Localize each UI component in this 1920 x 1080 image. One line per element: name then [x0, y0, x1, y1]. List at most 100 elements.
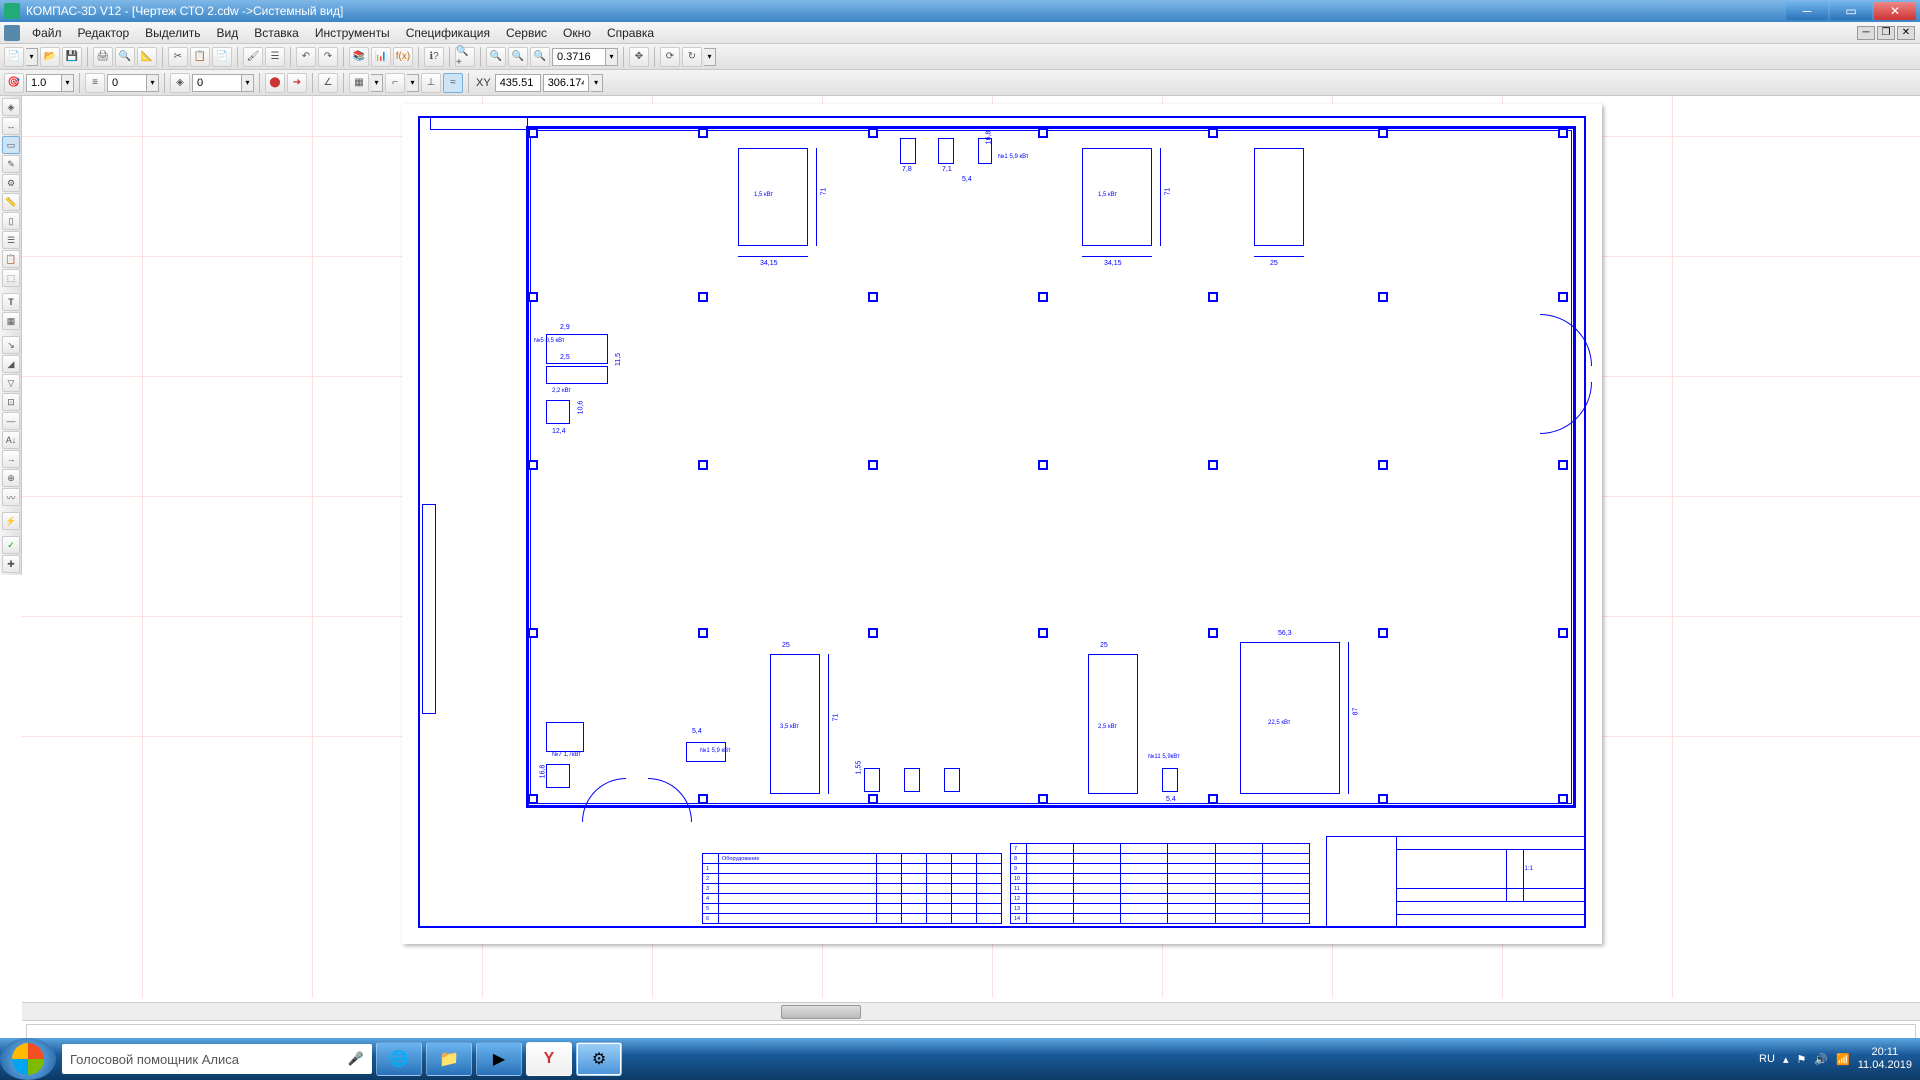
zoom-dropdown[interactable]: ▾: [606, 48, 618, 66]
menu-file[interactable]: Файл: [24, 24, 70, 42]
stop-button[interactable]: ⬤: [265, 73, 285, 93]
menu-select[interactable]: Выделить: [137, 24, 208, 42]
ortho-button[interactable]: ⊥: [421, 73, 441, 93]
taskbar-yandex[interactable]: Y: [526, 1042, 572, 1076]
redo-button[interactable]: ↷: [318, 47, 338, 67]
menu-editor[interactable]: Редактор: [70, 24, 138, 42]
coord-dropdown[interactable]: ▾: [591, 74, 603, 92]
drawing-canvas[interactable]: 34,15 71 1,5 кВт 34,15 71 1,5 кВт 25 7,8…: [22, 96, 1920, 998]
tray-flag-icon[interactable]: ⚑: [1796, 1053, 1806, 1066]
coord-y-input[interactable]: [543, 74, 589, 92]
menu-spec[interactable]: Спецификация: [398, 24, 498, 42]
undo-button[interactable]: ↶: [296, 47, 316, 67]
insert-button[interactable]: ⬚: [2, 269, 20, 287]
zoom-window-button[interactable]: 🔍: [486, 47, 506, 67]
taskbar-search[interactable]: Голосовой помощник Алиса 🎤: [62, 1044, 372, 1074]
preview-button[interactable]: 🔍: [115, 47, 135, 67]
layer-dropdown[interactable]: ▾: [242, 74, 254, 92]
ortho-local-button[interactable]: ⌐: [385, 73, 405, 93]
plot-button[interactable]: 📐: [137, 47, 157, 67]
menu-insert[interactable]: Вставка: [246, 24, 307, 42]
menu-window[interactable]: Окно: [555, 24, 599, 42]
cut-mark-button[interactable]: A↓: [2, 431, 20, 449]
annot-button[interactable]: ▭: [2, 136, 20, 154]
taskbar-media[interactable]: ▶: [476, 1042, 522, 1076]
mdi-restore[interactable]: ❐: [1877, 26, 1895, 40]
minimize-button[interactable]: ─: [1786, 2, 1828, 20]
help-context-button[interactable]: ℹ?: [424, 47, 444, 67]
base-button[interactable]: ◢: [2, 355, 20, 373]
taskbar-explorer[interactable]: 📁: [426, 1042, 472, 1076]
grid-dropdown[interactable]: ▾: [371, 74, 383, 92]
rough-button[interactable]: ▽: [2, 374, 20, 392]
library-button[interactable]: 📚: [349, 47, 369, 67]
create-button[interactable]: ➜: [287, 73, 307, 93]
coord-x-input[interactable]: [495, 74, 541, 92]
layer-input[interactable]: [192, 74, 242, 92]
variables-button[interactable]: f(x): [393, 47, 413, 67]
text-button[interactable]: T: [2, 293, 20, 311]
tray-network-icon[interactable]: 📶: [1836, 1053, 1850, 1066]
menu-tools[interactable]: Инструменты: [307, 24, 398, 42]
report-button[interactable]: 📋: [2, 250, 20, 268]
zoom-all-button[interactable]: 🔍: [530, 47, 550, 67]
tray-volume-icon[interactable]: 🔊: [1814, 1053, 1828, 1066]
autoline-button[interactable]: ⚡: [2, 512, 20, 530]
copy-button[interactable]: 📋: [190, 47, 210, 67]
tray-clock[interactable]: 20:11 11.04.2019: [1858, 1046, 1912, 1072]
tray-lang[interactable]: RU: [1759, 1053, 1775, 1065]
round-button[interactable]: ≈: [443, 73, 463, 93]
horizontal-scrollbar[interactable]: [22, 1002, 1920, 1020]
style-input[interactable]: [107, 74, 147, 92]
measure-button[interactable]: 📏: [2, 193, 20, 211]
mdi-close[interactable]: ✕: [1897, 26, 1915, 40]
snap-button[interactable]: ∠: [318, 73, 338, 93]
open-button[interactable]: 📂: [40, 47, 60, 67]
start-button[interactable]: [0, 1038, 56, 1080]
scrollbar-thumb[interactable]: [781, 1005, 861, 1019]
line-mark-button[interactable]: —: [2, 412, 20, 430]
scale-input[interactable]: [26, 74, 62, 92]
param-button[interactable]: ⚙: [2, 174, 20, 192]
close-button[interactable]: ✕: [1874, 2, 1916, 20]
zoom-prev-button[interactable]: 🔍: [508, 47, 528, 67]
new-button[interactable]: 📄: [4, 47, 24, 67]
select-button[interactable]: ▯: [2, 212, 20, 230]
tolerance-button[interactable]: ⊡: [2, 393, 20, 411]
taskbar-kompas[interactable]: ⚙: [576, 1042, 622, 1076]
new-dropdown[interactable]: ▾: [26, 48, 38, 66]
wave-button[interactable]: 〰: [2, 488, 20, 506]
table-button[interactable]: ▦: [2, 312, 20, 330]
refresh-dropdown[interactable]: ▾: [704, 48, 716, 66]
menu-view[interactable]: Вид: [209, 24, 247, 42]
edit-button[interactable]: ✎: [2, 155, 20, 173]
zoom-input[interactable]: [552, 48, 606, 66]
mdi-min[interactable]: ─: [1857, 26, 1875, 40]
pan-button[interactable]: ✥: [629, 47, 649, 67]
refresh-button[interactable]: ↻: [682, 47, 702, 67]
mic-icon[interactable]: 🎤: [348, 1051, 364, 1067]
layer-button[interactable]: ◈: [170, 73, 190, 93]
rebuild-button[interactable]: ⟳: [660, 47, 680, 67]
manager-button[interactable]: 📊: [371, 47, 391, 67]
menu-service[interactable]: Сервис: [498, 24, 555, 42]
center-button[interactable]: ⊕: [2, 469, 20, 487]
leader-button[interactable]: ↘: [2, 336, 20, 354]
spec-button[interactable]: ☰: [2, 231, 20, 249]
style-dropdown[interactable]: ▾: [147, 74, 159, 92]
save-button[interactable]: 💾: [62, 47, 82, 67]
print-button[interactable]: 🖨: [93, 47, 113, 67]
maximize-button[interactable]: ▭: [1830, 2, 1872, 20]
style-button[interactable]: ≡: [85, 73, 105, 93]
scale-dropdown[interactable]: ▾: [62, 74, 74, 92]
menu-help[interactable]: Справка: [599, 24, 662, 42]
properties-button[interactable]: ☰: [265, 47, 285, 67]
copyprops-button[interactable]: 🖌: [243, 47, 263, 67]
geom-button[interactable]: ◈: [2, 98, 20, 116]
ortho-dropdown[interactable]: ▾: [407, 74, 419, 92]
tray-up-icon[interactable]: ▴: [1783, 1053, 1789, 1066]
view-state-button[interactable]: 🎯: [4, 73, 24, 93]
taskbar-ie[interactable]: 🌐: [376, 1042, 422, 1076]
zoom-in-button[interactable]: 🔍+: [455, 47, 475, 67]
mark-button[interactable]: ✓: [2, 536, 20, 554]
